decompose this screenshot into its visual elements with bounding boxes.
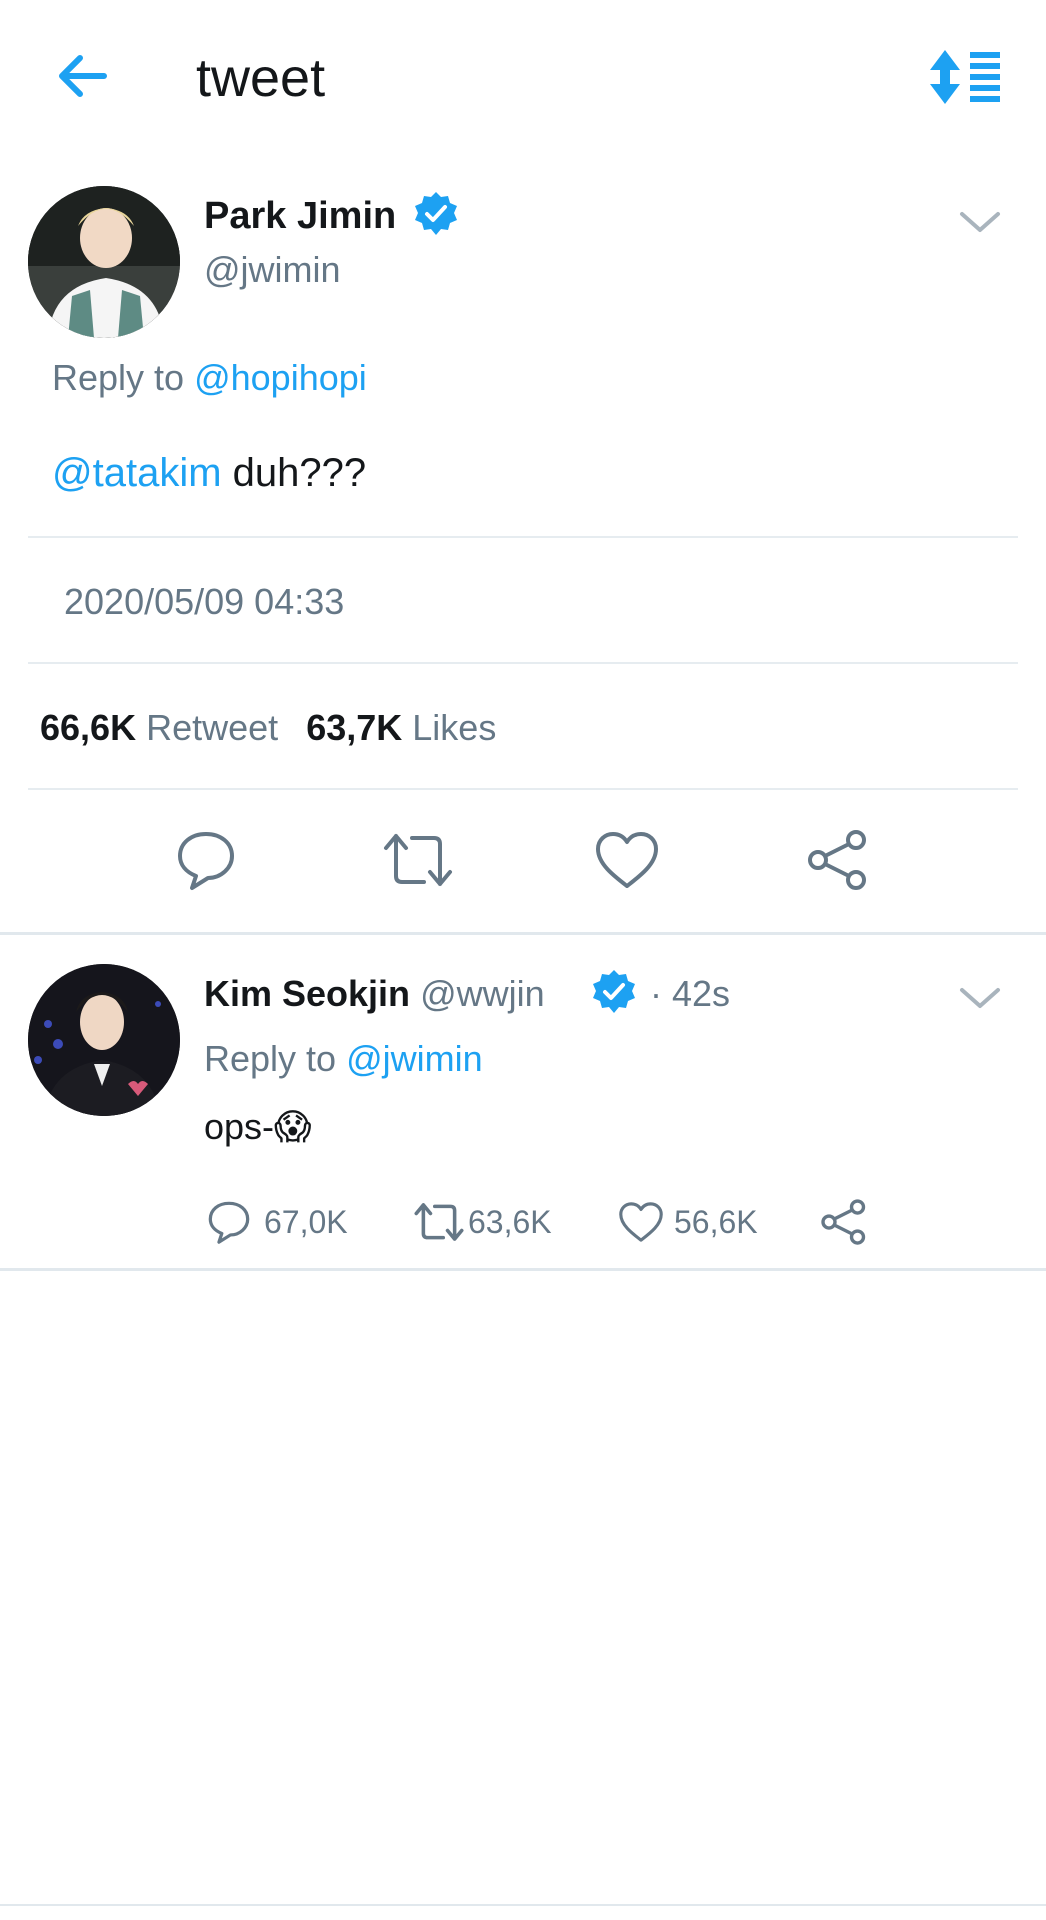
verified-badge-icon [412,190,460,238]
retweet-button[interactable] [380,830,456,890]
avatar[interactable] [28,186,180,338]
sort-button[interactable] [928,48,1002,106]
reply-tweet-text: ops-😱 [204,1104,312,1150]
reply-action-retweet[interactable]: 63,6K [412,1196,552,1248]
divider [28,536,1018,538]
tweet-text: @tatakim duh??? [52,448,366,498]
bottom-divider [0,1904,1046,1906]
section-divider [0,932,1046,935]
reply-bubble-icon [208,1201,250,1244]
sort-list-icon [930,50,1000,104]
reply-action-reply[interactable]: 67,0K [206,1196,348,1248]
mention-link[interactable]: @tatakim [52,451,222,495]
avatar-image [28,186,180,338]
reply-action-share[interactable] [820,1198,868,1246]
avatar-image [28,964,180,1116]
divider [28,662,1018,664]
retweet-icon [414,1203,464,1241]
reply-button[interactable] [174,828,238,892]
share-button[interactable] [806,828,870,892]
heart-icon [596,832,658,888]
divider [28,788,1018,790]
reply-to-link[interactable]: @jwimin [346,1038,483,1079]
retweet-icon [384,834,452,886]
back-button[interactable] [52,50,112,102]
retweet-count: 66,6K [40,707,137,748]
display-name[interactable]: Park Jimin [204,192,396,240]
scream-emoji: 😱 [274,1106,312,1147]
arrow-left-icon [59,55,107,97]
retweets-stat[interactable]: 66,6K Retweet [40,707,288,748]
section-divider [0,1268,1046,1271]
page-title: tweet [196,48,326,108]
timestamp: 2020/05/09 04:33 [64,581,345,622]
share-icon [808,830,866,890]
retweet-count: 63,6K [468,1203,552,1240]
tweet-options-button[interactable] [958,204,1002,238]
reply-to-link[interactable]: @hopihopi [194,357,367,398]
reply-to-label: Reply to [204,1038,337,1079]
retweet-label: Retweet [146,707,279,748]
reply-time-ago: · 42s [650,973,731,1014]
like-button[interactable] [594,830,660,890]
reply-to-line: Reply to @jwimin [204,1036,483,1082]
reply-to-label: Reply to [52,357,185,398]
chevron-down-icon [960,988,1000,1008]
tweet-body: duh??? [232,451,367,495]
reply-user-handle[interactable]: @wwjin [420,973,545,1014]
like-count: 63,7K [306,707,403,748]
verified-badge-icon [590,968,638,1016]
reply-to-line: Reply to @hopihopi [52,356,367,400]
reply-avatar[interactable] [28,964,180,1116]
heart-icon [619,1202,663,1242]
reply-options-button[interactable] [958,980,1002,1014]
reply-header: Kim Seokjin @wwjin [204,970,545,1018]
share-icon [821,1199,866,1245]
user-handle[interactable]: @jwimin [204,248,341,292]
likes-stat[interactable]: 63,7K Likes [306,707,496,748]
reply-display-name[interactable]: Kim Seokjin [204,973,410,1014]
chevron-down-icon [960,212,1000,232]
reply-bubble-icon [178,832,234,890]
reply-action-like[interactable]: 56,6K [618,1196,758,1248]
reply-count: 67,0K [264,1203,348,1240]
engagement-stats: 66,6K Retweet 63,7K Likes [40,706,496,750]
like-label: Likes [412,707,497,748]
reply-body: ops- [204,1106,275,1147]
like-count: 56,6K [674,1203,758,1240]
